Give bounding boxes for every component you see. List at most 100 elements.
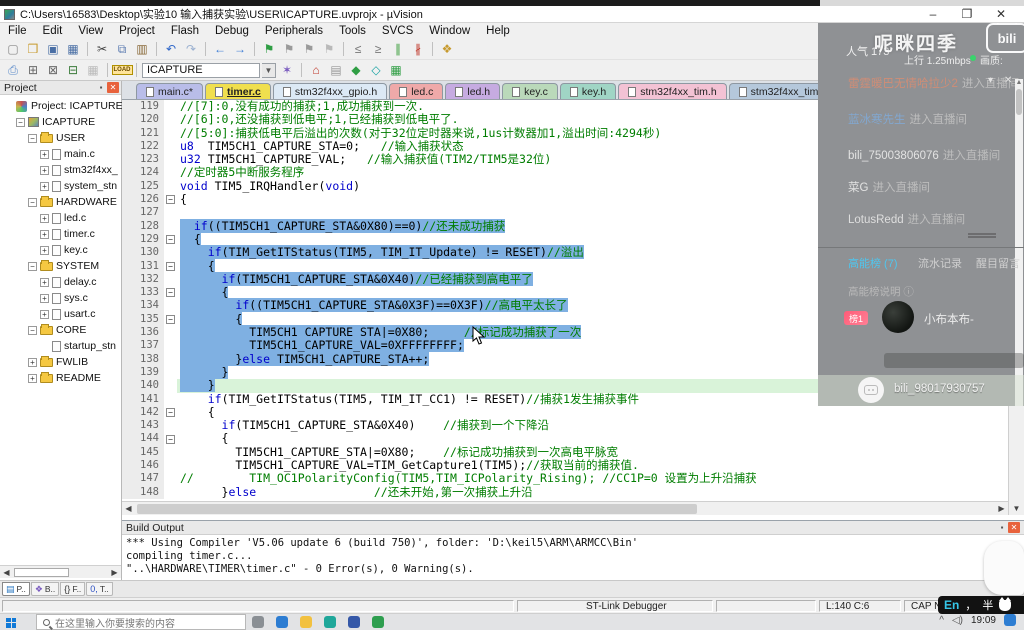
file-tab-main-c-[interactable]: main.c*	[136, 83, 203, 99]
file-tab-led-c[interactable]: led.c	[389, 83, 443, 99]
tree-item-icapture[interactable]: −ICAPTURE	[0, 114, 121, 130]
close-panel-icon[interactable]: ✕	[1008, 522, 1020, 533]
taskbar-app-icon-3[interactable]	[300, 616, 312, 628]
tree-item-user[interactable]: −USER	[0, 130, 121, 146]
taskbar-app-icon-5[interactable]	[348, 616, 360, 628]
tree-item-led-c[interactable]: +led.c	[0, 210, 121, 226]
panel-tab-F[interactable]: {}F..	[60, 582, 85, 596]
tree-item-timer-c[interactable]: +timer.c	[0, 226, 121, 242]
new-file-button[interactable]: ▢	[4, 41, 22, 58]
tree-expander-icon[interactable]: +	[40, 294, 49, 303]
menu-item-file[interactable]: File	[0, 25, 35, 37]
tree-item-hardware[interactable]: −HARDWARE	[0, 194, 121, 210]
cut-button[interactable]: ✂	[93, 41, 111, 58]
manage-components-button[interactable]: ◆	[347, 62, 365, 79]
tree-item-project-icapture[interactable]: Project: ICAPTURE	[0, 98, 121, 114]
scroll-down-icon[interactable]: ▼	[1009, 504, 1024, 513]
ime-status-bar[interactable]: En ， 半	[938, 596, 1024, 614]
target-options-button[interactable]: ✶	[278, 62, 296, 79]
tree-expander-icon[interactable]: −	[28, 262, 37, 271]
close-panel-icon[interactable]: ✕	[107, 82, 119, 93]
rank-1-avatar[interactable]	[882, 301, 914, 333]
tree-expander-icon[interactable]: +	[40, 150, 49, 159]
start-button[interactable]	[0, 614, 22, 630]
tree-expander-icon[interactable]: −	[28, 326, 37, 335]
books-button[interactable]: ❖	[438, 41, 456, 58]
editor-horizontal-scrollbar[interactable]: ◀ ▶	[122, 501, 1008, 515]
tree-item-main-c[interactable]: +main.c	[0, 146, 121, 162]
rank-1-username[interactable]: 小布本布-	[924, 311, 974, 327]
menu-item-tools[interactable]: Tools	[331, 25, 374, 37]
tree-expander-icon[interactable]: −	[28, 198, 37, 207]
code-line-145[interactable]: 145 TIM5CH1_CAPTURE_STA|=0X80; //标记成功捕获到…	[122, 446, 1024, 459]
tray-app-icon[interactable]	[1004, 614, 1016, 626]
tree-expander-icon[interactable]: +	[40, 246, 49, 255]
open-file-button[interactable]: ❒	[24, 41, 42, 58]
tree-expander-icon[interactable]: +	[40, 182, 49, 191]
file-tab-key-h[interactable]: key.h	[560, 83, 616, 99]
scroll-up-icon[interactable]: ▲	[1015, 79, 1023, 87]
scroll-right-icon[interactable]: ▶	[108, 568, 121, 577]
code-line-147[interactable]: 147// TIM_OC1PolarityConfig(TIM5,TIM_ICP…	[122, 472, 1024, 485]
build-button[interactable]: ⊞	[24, 62, 42, 79]
chat-username[interactable]: LotusRedd	[848, 214, 904, 226]
tree-expander-icon[interactable]: +	[40, 166, 49, 175]
bookmark-clear-button[interactable]: ⚑	[320, 41, 338, 58]
taskbar-app-icon-6[interactable]	[372, 616, 384, 628]
download-flash-button[interactable]: LOAD	[113, 62, 131, 79]
panel-tab-P[interactable]: ▤P..	[2, 582, 30, 596]
paste-button[interactable]: ▥	[133, 41, 151, 58]
target-select[interactable]: ICAPTURE	[142, 63, 260, 78]
fold-collapse-icon[interactable]: −	[166, 315, 175, 324]
code-line-148[interactable]: 148 }else //还未开始,第一次捕获上升沿	[122, 486, 1024, 499]
code-line-143[interactable]: 143 if(TIM5CH1_CAPTURE_STA&0X40) //捕获到一个…	[122, 419, 1024, 432]
rank-note-link[interactable]: 高能榜说明 ⓘ	[848, 284, 914, 299]
chat-username[interactable]: bili_75003806076	[848, 150, 939, 162]
fold-collapse-icon[interactable]: −	[166, 235, 175, 244]
panel-tab-B[interactable]: ❖B..	[31, 582, 59, 596]
tree-expander-icon[interactable]: +	[40, 214, 49, 223]
target-select-dropdown-icon[interactable]: ▼	[262, 63, 276, 78]
indent-right-button[interactable]: ≥	[369, 41, 387, 58]
tree-expander-icon[interactable]: +	[28, 374, 37, 383]
taskbar-search-input[interactable]: 在这里输入你要搜索的内容	[36, 614, 246, 630]
menu-item-peripherals[interactable]: Peripherals	[257, 25, 331, 37]
pack-installer-button[interactable]: ◇	[367, 62, 385, 79]
panel-tab-T[interactable]: 0,T..	[86, 582, 113, 596]
save-button[interactable]: ▣	[44, 41, 62, 58]
file-tab-stm32f4xx-gpio-h[interactable]: stm32f4xx_gpio.h	[273, 83, 387, 99]
pin-icon[interactable]: ▪	[95, 82, 107, 93]
tree-item-key-c[interactable]: +key.c	[0, 242, 121, 258]
indent-left-button[interactable]: ≤	[349, 41, 367, 58]
taskbar-app-icon-4[interactable]	[324, 616, 336, 628]
tree-item-stm32f4xx-[interactable]: +stm32f4xx_	[0, 162, 121, 178]
undo-button[interactable]: ↶	[162, 41, 180, 58]
bookmark-prev-button[interactable]: ⚑	[300, 41, 318, 58]
tray-chevron-icon[interactable]: ^	[939, 615, 944, 626]
scrollbar-thumb[interactable]	[14, 568, 69, 577]
ime-language-mode[interactable]: En	[944, 598, 959, 612]
manage-runtime-button[interactable]: ▦	[387, 62, 405, 79]
tree-expander-icon[interactable]: −	[28, 134, 37, 143]
menu-item-project[interactable]: Project	[111, 25, 163, 37]
scroll-left-icon[interactable]: ◀	[0, 568, 13, 577]
taskbar-clock[interactable]: 19:09	[971, 615, 996, 626]
tree-expander-icon[interactable]: +	[40, 310, 49, 319]
maximize-button[interactable]: ❐	[950, 7, 984, 21]
save-all-button[interactable]: ▦	[64, 41, 82, 58]
close-button[interactable]: ✕	[984, 7, 1018, 21]
translate-button[interactable]: ⎙	[4, 62, 22, 79]
fold-collapse-icon[interactable]: −	[166, 408, 175, 417]
uncomment-button[interactable]: ∦	[409, 41, 427, 58]
tree-item-readme[interactable]: +README	[0, 370, 121, 386]
tree-expander-icon[interactable]: +	[40, 278, 49, 287]
bookmark-toggle-button[interactable]: ⚑	[260, 41, 278, 58]
tree-item-usart-c[interactable]: +usart.c	[0, 306, 121, 322]
rebuild-button[interactable]: ⊠	[44, 62, 62, 79]
chat-username[interactable]: 菜G	[848, 182, 868, 194]
menu-item-edit[interactable]: Edit	[35, 25, 71, 37]
code-line-146[interactable]: 146 TIM5CH1_CAPTURE_VAL=TIM_GetCapture1(…	[122, 459, 1024, 472]
print-button[interactable]: ▤	[327, 62, 345, 79]
chat-username[interactable]: 蓝冰寒先生	[848, 114, 906, 126]
menu-item-svcs[interactable]: SVCS	[374, 25, 421, 37]
